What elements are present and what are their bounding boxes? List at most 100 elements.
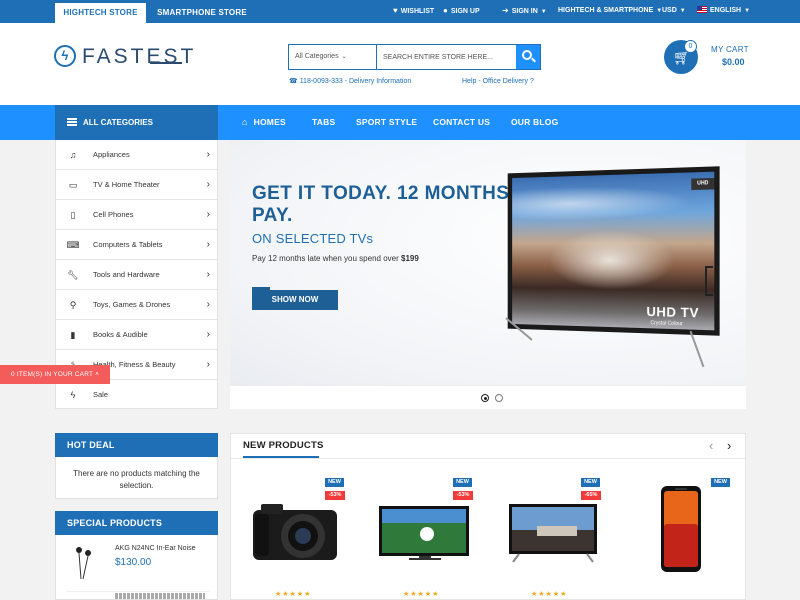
hero-slider: GET IT TODAY. 12 MONTHS TO PAY. ON SELEC… [230,140,746,409]
discount-badge: -53% [325,491,345,500]
product-card[interactable]: NEW -65% ★★★★★ [501,476,611,596]
rating-stars: ★★★★★ [403,590,439,598]
tv-product-image [377,504,473,564]
product-card[interactable]: NEW -53% ★★★★★ [245,476,355,596]
chevron-right-icon: › [207,290,210,320]
tv-caption: Crystal Colour [650,320,682,327]
search-category-select[interactable]: All Categories ⌄ [289,45,377,69]
chevron-down-icon: ▼ [541,9,547,15]
floating-cart-tab[interactable]: 0 ITEM(S) IN YOUR CART ˄ [0,365,110,384]
special-product-price: $130.00 [115,557,151,568]
category-item-books[interactable]: ▮ Books & Audible › [56,320,217,350]
store-tab-hightech[interactable]: HIGHTECH STORE [55,3,146,23]
chevron-right-icon: › [207,170,210,200]
chevron-down-icon: ▼ [680,8,686,14]
product-card[interactable]: NEW [629,476,739,596]
store-tab-smartphone[interactable]: SMARTPHONE STORE [152,3,252,23]
category-item-sale[interactable]: ϟ Sale [56,380,217,410]
logo-underline [150,62,182,64]
cart-total: $0.00 [722,57,745,67]
phone-info[interactable]: ☎ 118-0093-333 - Delivery Information [289,77,411,85]
cart-label[interactable]: MY CART [711,45,749,54]
tv-badge: UHD [691,178,714,190]
chevron-left-icon[interactable]: ‹ [709,438,713,453]
chevron-right-icon: › [207,230,210,260]
header: ϟ FASTEST All Categories⌄ ☎ 118-0093-333… [0,23,800,105]
smartphone-image [659,484,703,576]
slider-dot-2[interactable] [495,394,503,402]
special-products-heading: SPECIAL PRODUCTS [55,511,218,535]
new-products-title: NEW PRODUCTS [243,440,324,451]
wrench-icon: 🔧︎ [66,260,80,290]
discount-badge: -53% [453,491,473,500]
slide-description: Pay 12 months late when you spend over $… [252,254,419,263]
camera-image [251,500,341,562]
signin-link[interactable]: ➔ SIGN IN ▼ [502,0,547,23]
category-item-appliances[interactable]: ♫ Appliances › [56,140,217,170]
special-product-name[interactable]: AKG N24NC In-Ear Noise [115,545,196,552]
currency-select[interactable]: USD ▼ [662,0,686,23]
top-bar: HIGHTECH STORE SMARTPHONE STORE ♥ WISHLIS… [0,0,800,23]
user-icon: ● [443,6,448,15]
category-item-cell-phones[interactable]: ▯ Cell Phones › [56,200,217,230]
nav-sport-style[interactable]: SPORT STYLE [356,105,417,140]
nav-contact-us[interactable]: CONTACT US [433,105,490,140]
new-badge: NEW [325,478,344,487]
next-slide-handle[interactable] [705,266,713,296]
wishlist-link[interactable]: ♥ WISHLIST [393,0,434,23]
tv-logo: UHD TV [646,304,699,321]
chevron-up-icon: ˄ [95,371,99,378]
special-product-next-title [115,593,205,599]
new-products-panel: NEW PRODUCTS ‹ › NEW -53% ★★★★★ NEW -53%… [230,433,746,600]
search-bar: All Categories ⌄ [288,44,541,70]
hot-deal-body: There are no products matching the selec… [55,457,218,499]
heart-icon: ♥ [393,6,398,15]
nav-our-blog[interactable]: OUR BLOG [511,105,558,140]
nav-homes[interactable]: ⌂ HOMES [242,105,286,140]
new-badge: NEW [581,478,600,487]
music-note-icon: ♫ [66,140,80,170]
uhd-tv-product-image [507,502,601,564]
hot-deal-heading: HOT DEAL [55,433,218,457]
language-select[interactable]: ENGLISH ▼ [697,0,750,23]
chevron-right-icon: › [207,260,210,290]
search-input[interactable] [378,45,516,69]
slide-subtitle: ON SELECTED TVs [252,231,373,246]
category-item-tools[interactable]: 🔧︎ Tools and Hardware › [56,260,217,290]
us-flag-icon [697,6,707,13]
logo-text[interactable]: FASTEST [82,45,196,69]
chevron-right-icon[interactable]: › [727,438,731,453]
new-badge: NEW [453,478,472,487]
book-icon: ▮ [66,320,80,350]
rating-stars: ★★★★★ [275,590,311,598]
product-card[interactable]: NEW -53% ★★★★★ [373,476,483,596]
slider-pagination [230,385,746,409]
signin-icon: ➔ [502,6,509,15]
main-nav: ALL CATEGORIES ⌂ HOMES TABS SPORT STYLE C… [0,105,800,140]
all-categories-button[interactable]: ALL CATEGORIES [55,105,218,140]
new-badge: NEW [711,478,730,487]
help-link[interactable]: Help - Office Delivery ? [462,78,534,85]
search-button[interactable] [516,45,540,69]
chevron-down-icon: ▼ [744,8,750,14]
slider-dot-1[interactable] [481,394,489,402]
nav-tabs[interactable]: TABS [312,105,335,140]
phone-icon: ▯ [66,200,80,230]
earphones-image[interactable] [72,545,96,581]
cart-count-badge: 0 [684,40,697,53]
category-item-tv[interactable]: ▭ TV & Home Theater › [56,170,217,200]
discount-badge: -65% [581,491,601,500]
special-products-list: AKG N24NC In-Ear Noise $130.00 [55,535,218,600]
home-icon: ⌂ [242,117,248,127]
chevron-down-icon: ⌄ [342,54,347,60]
chevron-right-icon: › [207,200,210,230]
logo-bolt-icon[interactable]: ϟ [54,45,76,67]
category-item-toys[interactable]: ⚲ Toys, Games & Drones › [56,290,217,320]
store-select[interactable]: HIGHTECH & SMARTPHONE ▼ [558,0,662,23]
show-now-button[interactable]: SHOW NOW [252,290,338,310]
rating-stars: ★★★★★ [531,590,567,598]
chevron-right-icon: › [207,320,210,350]
category-item-computers[interactable]: ⌨ Computers & Tablets › [56,230,217,260]
signup-link[interactable]: ● SIGN UP [443,0,480,23]
menu-icon [67,118,77,126]
